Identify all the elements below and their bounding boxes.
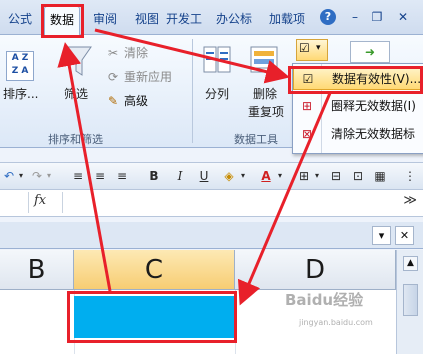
restore-button[interactable]: ❐ [368,8,386,26]
scrollbar-thumb[interactable] [403,284,418,316]
data-validation-icon: ☑ [299,41,310,55]
clear-button[interactable]: ✂ 清除 [105,43,148,63]
formula-bar: fx ≫ [0,190,423,217]
column-headers: B C D [0,250,396,290]
annotation-box-validation-item [288,66,423,94]
text-to-columns-label: 分列 [205,87,230,101]
align-center-icon[interactable]: ≡ [92,166,108,186]
remove-duplicates-label-1: 删除 [253,87,278,101]
sort-label: 排序... [3,87,39,101]
remove-duplicates-label-2: 重复项 [248,105,285,119]
menu-item-label: 圈释无效数据(I) [331,99,416,113]
reapply-icon: ⟳ [107,70,119,84]
watermark-url: jingyan.baidu.com [299,318,373,327]
expand-formula-bar-icon[interactable]: ≫ [403,193,417,208]
tab-developer[interactable]: 开发工 [161,8,207,30]
text-to-columns-icon [203,46,231,73]
tab-formulas[interactable]: 公式 [3,8,37,30]
annotation-box-selected-cell [67,291,237,343]
name-box[interactable] [0,192,29,213]
chevron-down-icon[interactable]: ▾ [44,166,54,186]
tab-office-tab[interactable]: 办公标 [211,8,257,30]
reapply-button[interactable]: ⟳ 重新应用 [105,67,172,87]
tab-add-ins[interactable]: 加载项 [264,8,310,30]
chevron-down-icon: ▾ [316,43,321,53]
column-header-d[interactable]: D [235,250,396,290]
insert-function-icon[interactable]: fx [34,193,46,208]
group-separator [192,39,193,143]
menu-item-circle-invalid[interactable]: ⊞ 圈释无效数据(I) [293,95,423,118]
vertical-scrollbar[interactable]: ▲ [396,250,423,354]
close-workbook-icon[interactable]: ✕ [395,226,414,245]
help-icon[interactable]: ? [320,9,336,25]
remove-duplicates-icon [250,46,278,73]
borders-icon[interactable]: ⊞ [296,166,312,186]
bold-button[interactable]: B [146,166,162,186]
data-validation-button[interactable]: ☑ ▾ [296,39,328,61]
format-painter-icon[interactable]: ▦ [372,166,388,186]
align-left-icon[interactable]: ≡ [70,166,86,186]
filter-label: 筛选 [64,87,89,101]
more-icon[interactable]: ⋮ [403,166,417,186]
close-button[interactable]: ✕ [394,8,412,26]
advanced-button[interactable]: ✎ 高级 [105,91,148,111]
chevron-down-icon[interactable]: ▾ [312,166,322,186]
chevron-down-icon[interactable]: ▾ [275,166,285,186]
sort-filter-group-label: 排序和筛选 [48,133,103,146]
formula-input[interactable] [62,192,393,213]
align-right-icon[interactable]: ≡ [114,166,130,186]
merge-center-icon[interactable]: ⊡ [350,166,366,186]
column-header-c[interactable]: C [74,250,235,290]
advanced-label: 高级 [124,94,149,108]
whatif-arrow-icon[interactable]: ➜ [350,41,390,63]
circle-invalid-icon: ⊞ [301,99,313,113]
clear-label: 清除 [124,46,149,60]
advanced-filter-icon: ✎ [107,94,119,108]
watermark-brand: Baidu经验 [285,291,364,309]
sort-az-icon: A Z Z A [6,51,34,81]
font-color-button[interactable]: A [257,166,275,186]
fill-color-icon[interactable]: ◈ [220,166,238,186]
merge-cells-icon[interactable]: ⊟ [328,166,344,186]
sort-icon-za-text: Z A [11,66,29,76]
underline-button[interactable]: U [196,166,212,186]
minimize-button[interactable]: – [346,8,364,26]
undo-icon[interactable]: ↶ [2,166,16,186]
funnel-icon [66,46,92,76]
redo-icon[interactable]: ↷ [30,166,44,186]
format-toolbar: ↶ ▾ ↷ ▾ ≡ ≡ ≡ B I U ◈ ▾ A ▾ ⊞ ▾ ⊟ ⊡ ▦ ⋮ [0,162,423,190]
tab-view[interactable]: 视图 [130,8,164,30]
italic-button[interactable]: I [172,166,188,186]
dropdown-icon[interactable]: ▾ [372,226,391,245]
workbook-window-strip: ▾ ✕ [0,222,423,249]
reapply-label: 重新应用 [124,70,173,84]
menu-item-clear-circles[interactable]: ⊠ 清除无效数据标 [293,123,423,146]
data-tools-group-label: 数据工具 [234,133,278,146]
clear-filter-icon: ✂ [107,46,119,60]
column-header-b[interactable]: B [0,250,74,290]
excel-window: 公式 数据 审阅 视图 开发工 办公标 加载项 ? – ❐ ✕ A Z Z A … [0,0,423,354]
annotation-box-data-tab [41,4,84,38]
tab-review[interactable]: 审阅 [88,8,122,30]
scroll-up-icon[interactable]: ▲ [403,256,418,271]
chevron-down-icon[interactable]: ▾ [238,166,248,186]
chevron-down-icon[interactable]: ▾ [16,166,26,186]
sort-icon-az-text: A Z [11,53,29,63]
clear-circles-icon: ⊠ [301,127,313,141]
menu-item-label: 清除无效数据标 [331,127,416,141]
